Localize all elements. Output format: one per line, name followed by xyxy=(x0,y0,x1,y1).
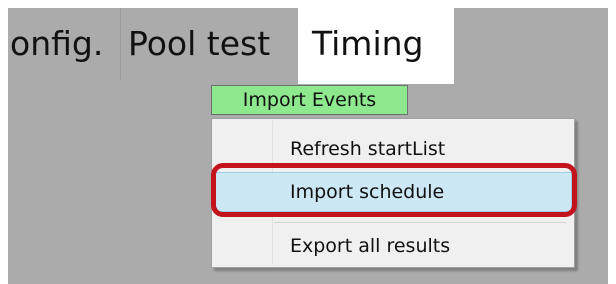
menu-separator xyxy=(274,222,566,223)
tab-pool-test[interactable]: Pool test xyxy=(120,8,298,80)
menu-item-export-all-results[interactable]: Export all results xyxy=(214,226,572,266)
tab-timing[interactable]: Timing xyxy=(298,8,454,84)
import-events-dropdown-menu: Refresh startList Import schedule Export… xyxy=(211,118,575,268)
tab-config[interactable]: onfig. xyxy=(8,8,120,80)
menu-item-refresh-startlist[interactable]: Refresh startList xyxy=(214,129,572,169)
menu-item-import-schedule[interactable]: Import schedule xyxy=(214,172,572,212)
tab-strip: onfig. Pool test Timing xyxy=(8,8,608,84)
tab-divider xyxy=(120,8,121,80)
import-events-button[interactable]: Import Events xyxy=(211,85,408,115)
